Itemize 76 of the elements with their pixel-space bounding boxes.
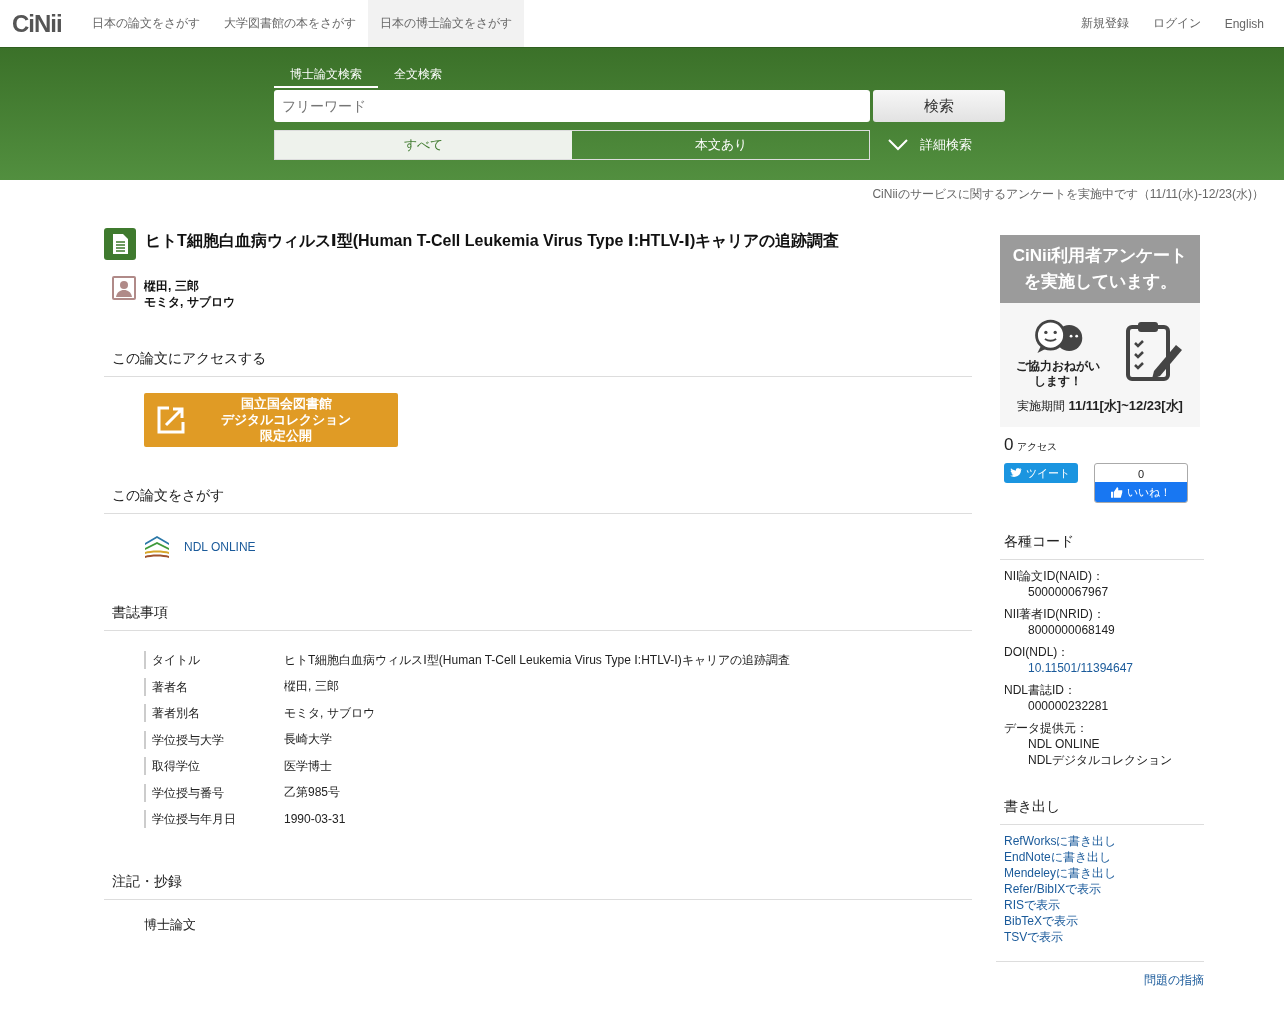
field-value: 長崎大学 [283, 731, 332, 749]
doi-link[interactable]: 10.11501/11394647 [1004, 660, 1200, 676]
stacked-layers-icon [144, 534, 170, 560]
clipboard-pencil-icon [1124, 319, 1184, 383]
code-value: 000000232281 [1027, 698, 1110, 714]
report-link[interactable]: 問題の指摘 [1144, 973, 1204, 987]
note-text: 博士論文 [144, 915, 197, 934]
search-field[interactable]: フリーワード [274, 90, 870, 122]
access-count: 0 [1004, 435, 1014, 454]
field-value: モミタ, サブロウ [283, 704, 375, 722]
author-name[interactable]: モミタ, サブロウ [144, 294, 235, 310]
search-button[interactable]: 検索 [873, 90, 1005, 122]
code-label: NDL書誌ID： [1004, 682, 1077, 698]
field-value: ヒトT細胞白血病ウィルスⅠ型(Human T-Cell Leukemia Virus Type Ⅰ:HTLV-Ⅰ)キャリアの追跡調査 [283, 651, 790, 669]
like-count: 0 [1136, 467, 1146, 482]
chevron-down-icon[interactable] [888, 139, 908, 151]
code-label: NII著者ID(NRID)： [1004, 606, 1106, 622]
nav-tab[interactable]: 日本の博士論文をさがす [367, 0, 524, 47]
export-link[interactable]: TSVで表示 [1004, 929, 1200, 945]
author-name[interactable]: 樅田, 三郎 [144, 278, 235, 294]
section-heading: この論文にアクセスする [104, 350, 972, 377]
access-label: アクセス [1017, 441, 1058, 452]
ndl-online-link[interactable]: NDL ONLINE [184, 540, 256, 554]
code-label: DOI(NDL)： [1004, 644, 1071, 660]
filter-toggle[interactable]: すべて [275, 131, 572, 159]
advanced-search-link[interactable]: 詳細検索 [920, 136, 972, 154]
section-heading: この論文をさがす [104, 487, 972, 514]
section-heading: 書き出し [1000, 798, 1204, 825]
field-label: 取得学位 [144, 757, 274, 776]
like-button[interactable]: いいね！ [1095, 482, 1187, 502]
field-label: 学位授与大学 [144, 730, 274, 749]
nav-tab[interactable]: 日本の論文をさがす [79, 0, 212, 47]
code-value: NDL ONLINE [1027, 736, 1101, 752]
banner-headline: を実施しています。 [1023, 271, 1177, 293]
filter-toggle[interactable]: 本文あり [572, 131, 869, 159]
cinii-logo[interactable]: CiNii [0, 9, 80, 38]
header-link[interactable]: ログイン [1152, 15, 1201, 32]
export-link[interactable]: Mendeleyに書き出し [1004, 865, 1200, 881]
field-value: 1990-03-31 [283, 812, 346, 827]
survey-notice: CiNiiのサービスに関するアンケートを実施中です（11/11(水)-12/23(水)） [872, 187, 1264, 201]
code-value: 500000067967 [1027, 584, 1110, 600]
field-label: 学位授与年月日 [144, 810, 274, 829]
header-link[interactable]: English [1224, 16, 1264, 31]
field-label: 著者別名 [144, 704, 274, 723]
external-link-icon [156, 405, 186, 435]
field-label: タイトル [144, 651, 274, 670]
export-link[interactable]: EndNoteに書き出し [1004, 849, 1200, 865]
field-label: 学位授与番号 [144, 783, 274, 802]
thumbs-up-icon [1111, 486, 1123, 498]
section-heading: 注記・抄録 [104, 872, 972, 900]
section-heading: 書誌事項 [104, 604, 972, 631]
nav-tab[interactable]: 大学図書館の本をさがす [211, 0, 368, 47]
banner-headline: CiNii利用者アンケート [1012, 245, 1188, 267]
code-label: データ提供元： [1004, 720, 1089, 736]
search-tab[interactable]: 博士論文検索 [274, 64, 378, 88]
export-link[interactable]: Refer/BibIXで表示 [1004, 881, 1200, 897]
banner-period: 11/11[水]~12/23[水] [1068, 398, 1183, 413]
article-title: ヒトT細胞白血病ウィルスⅠ型(Human T-Cell Leukemia Virus Type Ⅰ:HTLV-Ⅰ)キャリアの追跡調査 [145, 231, 840, 251]
field-value: 医学博士 [283, 757, 332, 775]
export-link[interactable]: RefWorksに書き出し [1004, 833, 1200, 849]
bird-icon [1010, 468, 1022, 478]
header-link[interactable]: 新規登録 [1080, 15, 1129, 32]
field-value: 乙第985号 [283, 784, 341, 802]
section-heading: 各種コード [1000, 533, 1204, 560]
code-label: NII論文ID(NAID)： [1004, 568, 1105, 584]
survey-banner[interactable]: CiNii利用者アンケート を実施しています。 ご協力おねがい します！ 実施期間 11/11[水]~12/23[水] [1000, 235, 1200, 427]
code-value: NDLデジタルコレクション [1027, 752, 1173, 768]
field-label: 著者名 [144, 677, 274, 696]
code-value: 8000000068149 [1027, 622, 1116, 638]
export-link[interactable]: RISで表示 [1004, 897, 1200, 913]
export-link[interactable]: BibTeXで表示 [1004, 913, 1200, 929]
banner-period-label: 実施期間 [1017, 399, 1066, 413]
person-icon [112, 276, 136, 300]
search-tab[interactable]: 全文検索 [378, 64, 458, 86]
document-icon [104, 228, 136, 260]
field-value: 樅田, 三郎 [283, 678, 339, 696]
